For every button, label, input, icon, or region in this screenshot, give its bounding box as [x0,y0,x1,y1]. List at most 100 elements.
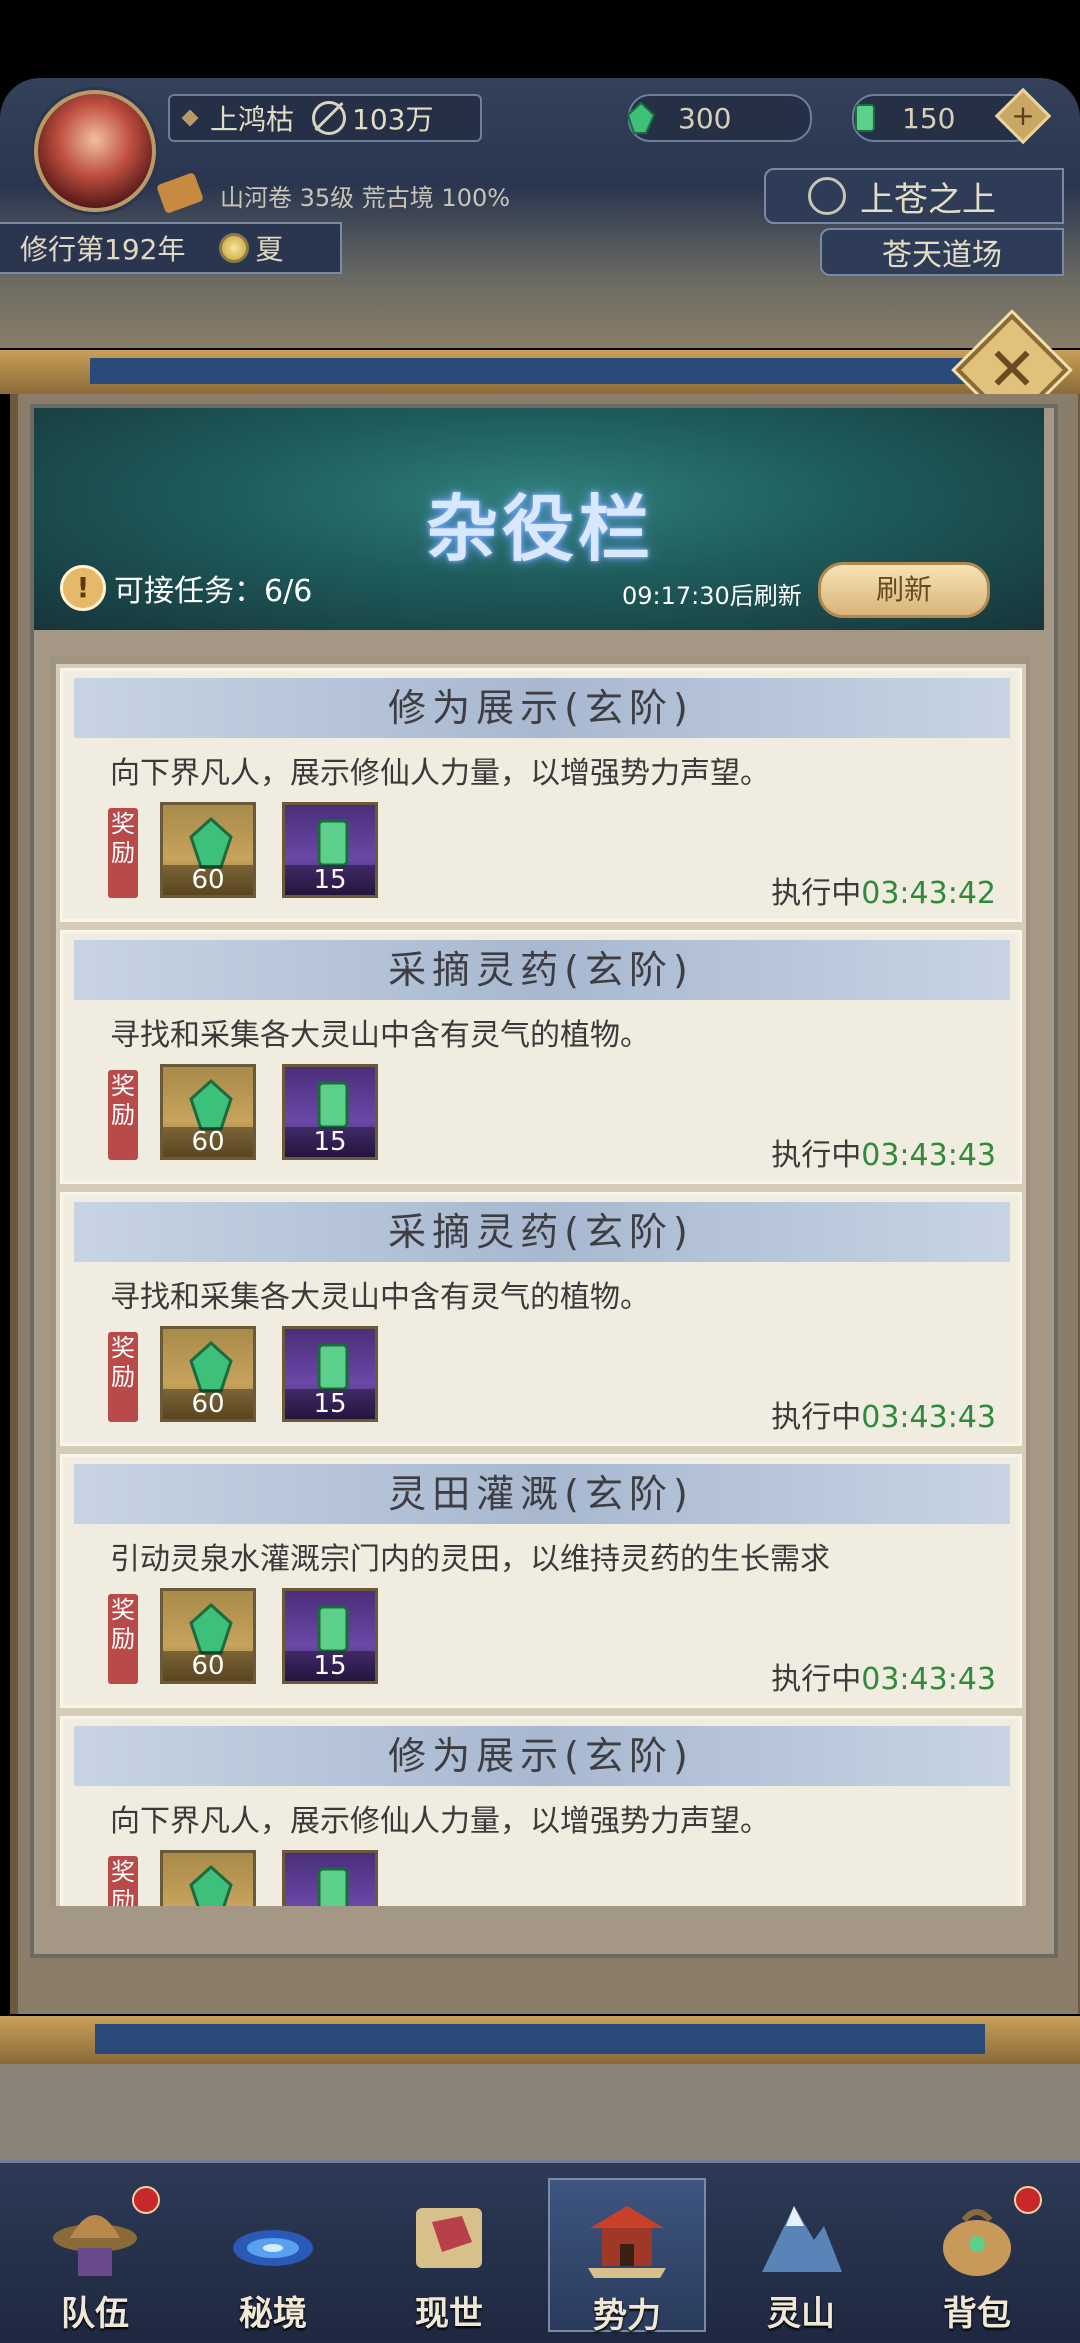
spirit-mountain-icon [762,2206,842,2272]
notification-dot [132,2186,160,2214]
nav-secret-realm[interactable]: 秘境 [196,2178,350,2334]
team-hat-icon [53,2215,137,2276]
reward-count: 60 [163,1127,253,1157]
task-timer: 03:43:42 [861,876,996,911]
task-status: 执行中03:43:43 [771,1662,996,1697]
task-card[interactable]: 灵田灌溉(玄阶) 引动灵泉水灌溉宗门内的灵田，以维持灵药的生长需求 奖励 60 … [56,1450,1026,1712]
task-list[interactable]: 修为展示(玄阶) 向下界凡人，展示修仙人力量，以增强势力声望。 奖励 60 15… [50,656,1030,1906]
nav-bag[interactable]: 背包 [900,2178,1054,2334]
jade-talisman-icon [317,1605,349,1653]
reward-label: 奖励 [108,1070,138,1160]
combat-power-value: 103万 [352,103,434,136]
reward-count: 15 [285,1127,375,1157]
task-title: 灵田灌溉(玄阶) [388,1472,694,1516]
green-gem-icon [189,1340,233,1393]
currency-gem[interactable]: 300 [626,94,812,142]
task-card[interactable]: 修为展示(玄阶) 向下界凡人，展示修仙人力量，以增强势力声望。 奖励 60 15 [56,1712,1026,1906]
panel-frame-bottom [0,2016,1080,2064]
panel-title: 杂役栏 [425,487,654,571]
task-title: 采摘灵药(玄阶) [388,948,694,992]
background-ground [0,2064,1080,2160]
reward-item-talisman[interactable]: 15 [282,1064,378,1160]
sect-realm-bar: 上苍之上 [764,168,1064,224]
cultivation-year: 修行第192年 [20,233,186,266]
player-avatar[interactable] [34,90,156,212]
task-card[interactable]: 采摘灵药(玄阶) 寻找和采集各大灵山中含有灵气的植物。 奖励 60 15 执行中… [56,926,1026,1188]
reward-count: 15 [285,1651,375,1681]
player-name: 上鸿枯 [210,103,295,136]
task-timer: 03:43:43 [861,1662,996,1697]
sect-place: 苍天道场 [882,238,1002,273]
player-name-bar: 上鸿枯 103万 [168,94,482,142]
sect-info[interactable]: 上苍之上 苍天道场 [764,168,1064,276]
exclamation-icon: ! [60,565,106,611]
green-gem-icon [189,1602,233,1655]
task-timer: 03:43:43 [861,1138,996,1173]
cultivation-year-bar: 修行第192年 夏 [0,222,342,274]
task-description: 向下界凡人，展示修仙人力量，以增强势力声望。 [110,1804,770,1839]
combat-power-icon [312,101,347,135]
task-description: 向下界凡人，展示修仙人力量，以增强势力声望。 [110,756,770,791]
portal-swirl-icon [233,2230,313,2266]
nav-world[interactable]: 现世 [372,2178,526,2334]
reward-count: 60 [163,1651,253,1681]
season: 夏 [255,233,284,266]
panel-frame-top [0,350,1080,394]
reward-item-gem[interactable]: 60 [160,1588,256,1684]
nav-label: 背包 [943,2294,1011,2334]
reward-count: 15 [285,865,375,895]
green-gem-icon [189,1864,233,1906]
reward-label: 奖励 [108,808,138,898]
reward-item-talisman[interactable]: 15 [282,802,378,898]
task-card[interactable]: 修为展示(玄阶) 向下界凡人，展示修仙人力量，以增强势力声望。 奖励 60 15… [56,664,1026,926]
nav-label: 秘境 [239,2294,307,2334]
reward-count: 15 [285,1389,375,1419]
sect-realm: 上苍之上 [860,179,996,220]
faction-temple-icon [588,2206,666,2278]
green-gem-icon [189,1078,233,1131]
notification-dot [1014,2186,1042,2214]
task-description: 寻找和采集各大灵山中含有灵气的植物。 [110,1018,650,1053]
reward-count: 60 [163,865,253,895]
chapter-progress: 山河卷 35级 荒古境 100% [220,184,511,212]
diamond-separator-icon [181,109,199,127]
reward-item-talisman[interactable]: 15 [282,1588,378,1684]
jade-talisman-icon [317,819,349,867]
jade-talisman-icon [317,1081,349,1129]
jade-talisman-icon [855,104,875,132]
reward-item-gem[interactable]: 60 [160,1064,256,1160]
reward-item-gem[interactable]: 60 [160,1326,256,1422]
nav-team[interactable]: 队伍 [18,2178,172,2334]
nav-faction[interactable]: 势力 [548,2178,706,2336]
task-description: 寻找和采集各大灵山中含有灵气的植物。 [110,1280,650,1315]
task-status: 执行中03:43:43 [771,1400,996,1435]
nav-label: 队伍 [61,2294,129,2334]
task-card[interactable]: 采摘灵药(玄阶) 寻找和采集各大灵山中含有灵气的植物。 奖励 60 15 执行中… [56,1188,1026,1450]
reward-label: 奖励 [108,1332,138,1422]
reward-item-gem[interactable]: 60 [160,1850,256,1906]
status-bar-area [0,0,1080,78]
task-timer: 03:43:43 [861,1400,996,1435]
refresh-button[interactable]: 刷新 [818,562,990,618]
reward-item-talisman[interactable]: 15 [282,1850,378,1906]
nav-spirit-mountain[interactable]: 灵山 [724,2178,878,2334]
available-tasks: ! 可接任务：6/6 [60,565,312,611]
reward-item-gem[interactable]: 60 [160,802,256,898]
task-title: 采摘灵药(玄阶) [388,1210,694,1254]
reward-label: 奖励 [108,1594,138,1684]
currency-gem-value: 300 [678,101,732,135]
task-status: 执行中03:43:42 [771,876,996,911]
reward-item-talisman[interactable]: 15 [282,1326,378,1422]
task-description: 引动灵泉水灌溉宗门内的灵田，以维持灵药的生长需求 [110,1542,830,1577]
reward-count: 60 [163,1389,253,1419]
nav-label: 势力 [593,2296,661,2336]
jade-talisman-icon [317,1867,349,1906]
task-title: 修为展示(玄阶) [388,1734,694,1778]
currency-jade-value: 150 [902,101,956,135]
season-sun-icon [219,233,250,263]
bag-icon [943,2209,1011,2276]
refresh-countdown: 09:17:30后刷新 [622,582,802,610]
available-tasks-label: 可接任务：6/6 [114,574,313,609]
nav-label: 灵山 [767,2294,835,2334]
jade-talisman-icon [317,1343,349,1391]
